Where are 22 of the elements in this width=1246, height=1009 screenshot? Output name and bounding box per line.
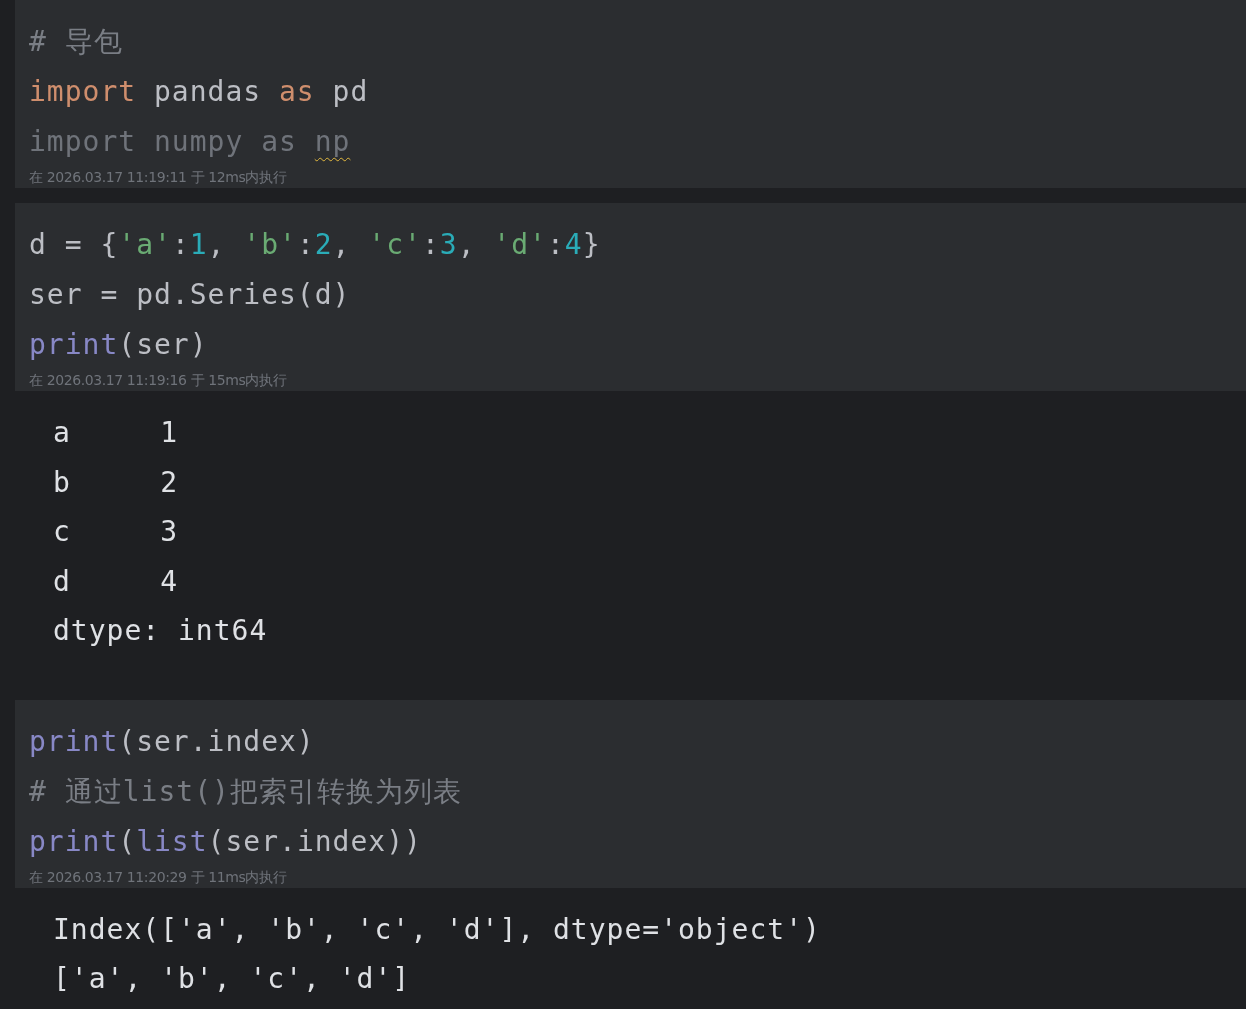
code-line: d = {'a':1, 'b':2, 'c':3, 'd':4} bbox=[29, 227, 601, 263]
execution-time: 在 2026.03.17 11:19:16 于 15ms内执行 bbox=[29, 371, 287, 390]
output-line: d 4 bbox=[53, 563, 178, 600]
execution-time: 在 2026.03.17 11:20:29 于 11ms内执行 bbox=[29, 867, 287, 887]
code-line: print(ser) bbox=[29, 327, 208, 363]
code-line: # 导包 bbox=[29, 24, 123, 60]
code-line: ser = pd.Series(d) bbox=[29, 277, 351, 313]
code-line: print(list(ser.index)) bbox=[29, 823, 422, 860]
code-line: print(ser.index) bbox=[29, 723, 315, 760]
code-line: # 通过list()把索引转换为列表 bbox=[29, 773, 462, 810]
code-cell[interactable]: # 导包 import pandas as pd import numpy as np 在 2026.03.17 11:19:11 于 12ms内执行 bbox=[15, 0, 1246, 188]
output-line: dtype: int64 bbox=[53, 613, 268, 649]
execution-time: 在 2026.03.17 11:19:11 于 12ms内执行 bbox=[29, 168, 287, 187]
code-line: import numpy as np bbox=[29, 124, 351, 160]
output-line: a 1 bbox=[53, 415, 178, 451]
code-cell[interactable]: d = {'a':1, 'b':2, 'c':3, 'd':4} ser = pd.Series(d) print(ser) 在 2026.03.17 11:19:16 于 15ms内执行 bbox=[15, 203, 1246, 391]
output-line: c 3 bbox=[53, 514, 178, 550]
code-line: import pandas as pd bbox=[29, 74, 369, 110]
output-line: ['a', 'b', 'c', 'd'] bbox=[53, 961, 411, 997]
code-cell[interactable]: print(ser.index) # 通过list()把索引转换为列表 print(list(ser.index)) 在 2026.03.17 11:20:29 于 11ms内执行 bbox=[15, 699, 1246, 888]
output-line: b 2 bbox=[53, 464, 178, 501]
output-line: Index(['a', 'b', 'c', 'd'], dtype='object') bbox=[53, 911, 821, 948]
